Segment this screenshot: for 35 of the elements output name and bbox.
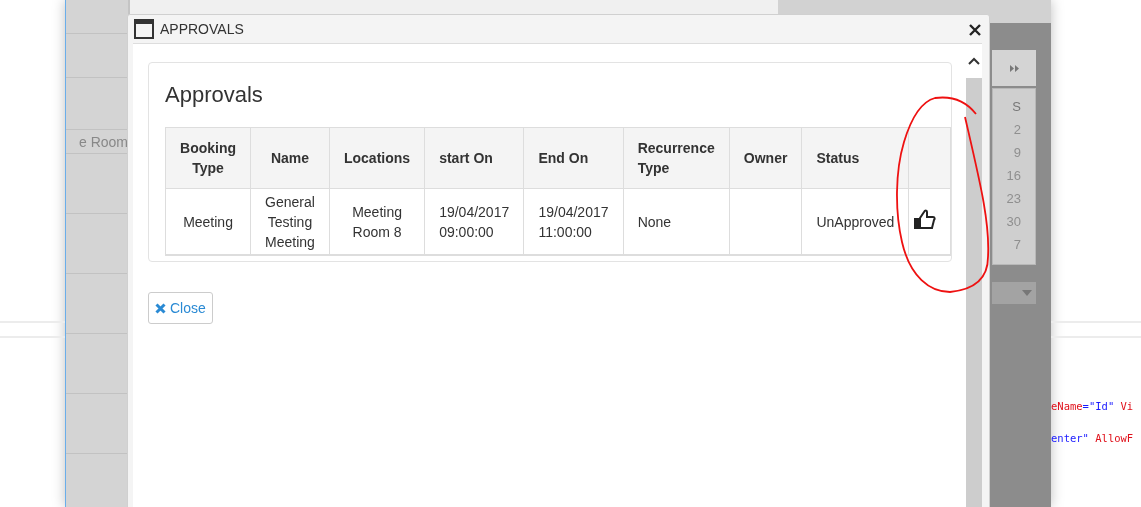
- calendar-day[interactable]: 7: [1013, 233, 1035, 256]
- cross-icon: [155, 302, 166, 314]
- column-header: Locations: [329, 127, 425, 189]
- code-line: enter" AllowF: [1051, 432, 1134, 444]
- column-header: start On: [424, 127, 524, 189]
- scroll-up-icon[interactable]: [968, 57, 980, 65]
- close-button[interactable]: Close: [148, 292, 213, 324]
- table-cell: 19/04/2017 09:00:00: [424, 188, 524, 255]
- day-header: S: [1012, 98, 1022, 116]
- column-header: Recurrence Type: [623, 127, 730, 189]
- calendar-day[interactable]: 16: [1006, 164, 1035, 187]
- calendar-day[interactable]: 2: [1013, 118, 1035, 141]
- table-cell: Meeting Room 8: [329, 188, 425, 255]
- column-header: Booking Type: [165, 127, 251, 189]
- sidebar-item[interactable]: e Room: [78, 133, 128, 150]
- column-header: Owner: [729, 127, 802, 189]
- code-line: eName="Id" Vi: [1051, 400, 1134, 412]
- table-cell: UnApproved: [801, 188, 909, 255]
- table-cell: 19/04/2017 11:00:00: [523, 188, 624, 255]
- table-cell: Meeting: [165, 188, 251, 255]
- column-header: Name: [250, 127, 330, 189]
- panel-title: Approvals: [165, 81, 264, 109]
- calendar-day[interactable]: 23: [1006, 187, 1035, 210]
- dialog-title: APPROVALS: [160, 21, 245, 37]
- calendar-day[interactable]: 30: [1006, 210, 1035, 233]
- caret-icon: [1022, 290, 1032, 296]
- column-header: Status: [801, 127, 909, 189]
- thumbs-up-icon[interactable]: [911, 207, 936, 231]
- column-header: End On: [523, 127, 624, 189]
- table-cell: None: [623, 188, 730, 255]
- next-icon[interactable]: [1009, 64, 1019, 72]
- window-icon: [134, 19, 154, 39]
- calendar-day[interactable]: 9: [1013, 141, 1035, 164]
- table-cell: General Testing Meeting: [250, 188, 330, 255]
- scrollbar[interactable]: [966, 44, 982, 507]
